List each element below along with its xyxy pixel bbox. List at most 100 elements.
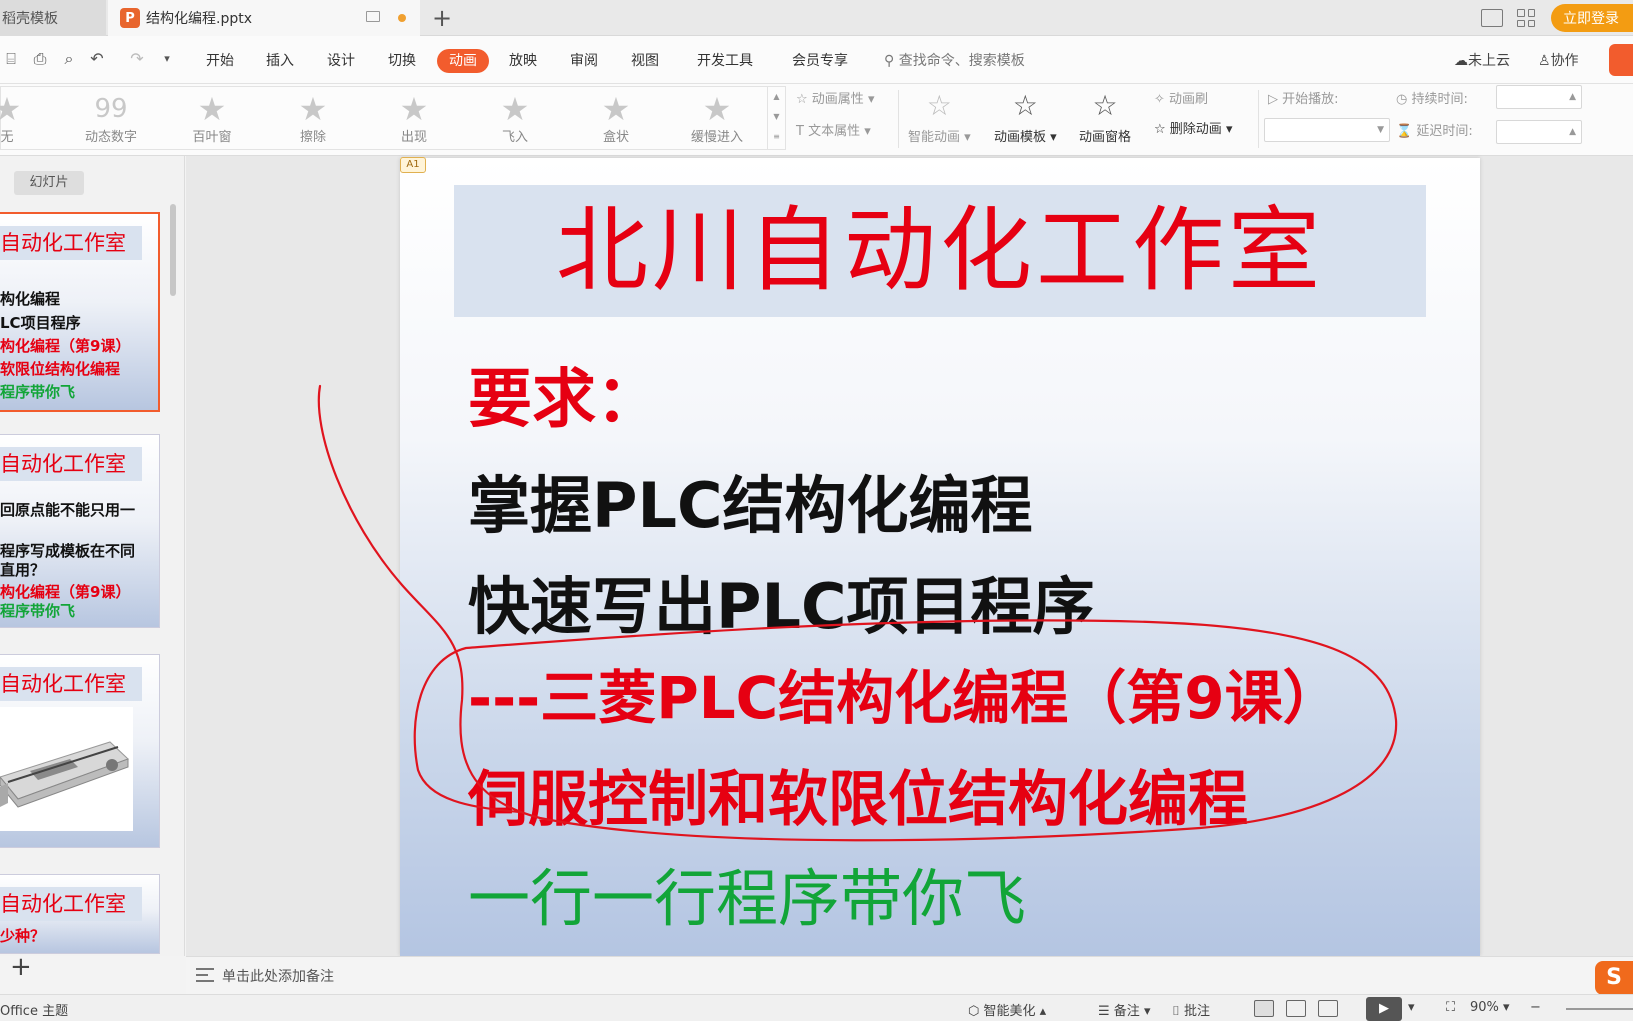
tab-template[interactable]: 稻壳模板: [0, 0, 106, 36]
redo-icon[interactable]: ↷: [128, 50, 146, 68]
separator: [898, 90, 899, 148]
thumb-line: 少种？: [0, 927, 46, 945]
slide-line-3: ---三菱PLC结构化编程（第9课）: [468, 664, 1341, 732]
play-options-arrow[interactable]: ▾: [1408, 1000, 1415, 1015]
animation-ribbon: ★ 无 99 动态数字 ★ 百叶窗 ★ 擦除 ★ 出现 ★ 飞入 ★ 盒状 ★ 缓慢进入 ▲ ▼ ≡…: [0, 84, 1633, 156]
delete-animation[interactable]: ☆ 删除动画 ▾: [1154, 120, 1232, 140]
menu-animation[interactable]: 动画: [437, 49, 489, 73]
menu-member[interactable]: 会员专享: [792, 49, 848, 73]
slide-thumbnail-3[interactable]: 自动化工作室: [0, 654, 160, 848]
zoom-out-button[interactable]: −: [1530, 1000, 1541, 1015]
save-icon[interactable]: ⌸: [2, 50, 20, 68]
beautify-icon: ⬡: [968, 1004, 984, 1019]
effect-fly-in[interactable]: ★ 飞入: [467, 87, 563, 149]
linear-module-image: [0, 707, 133, 831]
slide-line-5: 一行一行程序带你飞: [468, 862, 1027, 935]
print-preview-icon[interactable]: ⌕: [60, 50, 78, 68]
animation-brush[interactable]: ✧ 动画刷: [1154, 90, 1208, 110]
effect-slow-enter[interactable]: ★ 缓慢进入: [669, 87, 765, 149]
collaborate-button[interactable]: ♙协作: [1538, 49, 1579, 73]
zoom-slider[interactable]: [1566, 1008, 1633, 1010]
play-circle-icon: ▷: [1268, 92, 1283, 107]
effect-blinds[interactable]: ★ 百叶窗: [164, 87, 260, 149]
current-slide[interactable]: 北川自动化工作室 要求： 掌握PLC结构化编程 快速写出PLC项目程序 ---三…: [400, 158, 1480, 956]
brush-icon: ✧: [1154, 92, 1170, 107]
play-slideshow-button[interactable]: ▶: [1366, 997, 1402, 1021]
collab-label: 协作: [1550, 53, 1579, 69]
smart-animation-button[interactable]: ☆ 智能动画 ▾: [908, 86, 971, 145]
cloud-status[interactable]: ☁未上云: [1454, 49, 1510, 73]
panel-scrollbar[interactable]: [170, 204, 176, 296]
menu-bar: ⌸ ⎙ ⌕ ↶ ↷ ▾ 开始 插入 设计 切换 动画 放映 审阅 视图 开发工具…: [0, 36, 1633, 84]
star-outline-icon: ☆: [1092, 89, 1118, 122]
animation-pane-button[interactable]: ☆ 动画窗格: [1079, 86, 1131, 145]
fit-window-icon[interactable]: ⛶: [1446, 1000, 1455, 1015]
add-slide-button[interactable]: +: [10, 952, 32, 982]
animation-properties[interactable]: ☆ 动画属性 ▾: [796, 90, 874, 110]
cloud-label: 未上云: [1468, 53, 1510, 69]
login-button[interactable]: 立即登录: [1551, 4, 1633, 32]
slides-tab[interactable]: 幻灯片: [14, 171, 84, 195]
menu-view[interactable]: 视图: [631, 49, 659, 73]
zoom-level[interactable]: 90% ▾: [1470, 1000, 1510, 1015]
status-bar: Office 主题 ⬡ 智能美化 ▴ ☰ 备注 ▾ ⌷ 批注 ▶ ▾ ⛶ 90%…: [0, 994, 1633, 1021]
menu-design[interactable]: 设计: [327, 49, 355, 73]
notes-bar[interactable]: 单击此处添加备注 S: [186, 956, 1633, 995]
menu-start[interactable]: 开始: [206, 49, 234, 73]
star-icon: ★: [197, 90, 227, 128]
share-button[interactable]: [1609, 44, 1633, 76]
smart-star-icon: ☆: [926, 89, 952, 122]
slide-thumbnail-4[interactable]: 自动化工作室 少种？: [0, 874, 160, 954]
duration-label: ◷ 持续时间:: [1396, 92, 1468, 107]
star-icon: ★: [0, 90, 22, 128]
text-properties[interactable]: T 文本属性 ▾: [796, 122, 871, 142]
notes-toggle[interactable]: ☰ 备注 ▾: [1098, 1000, 1150, 1019]
effect-none[interactable]: ★ 无: [0, 87, 55, 149]
effect-dynamic-number[interactable]: 99 动态数字: [63, 87, 159, 149]
monitor-icon[interactable]: [366, 11, 380, 22]
tab-file[interactable]: P 结构化编程.pptx: [108, 0, 420, 36]
smart-beautify-button[interactable]: ⬡ 智能美化 ▴: [968, 1000, 1046, 1019]
comments-toggle[interactable]: ⌷ 批注: [1172, 1000, 1210, 1019]
thumb-line: 直用？: [0, 561, 46, 579]
sogou-ime-icon[interactable]: S: [1595, 961, 1633, 995]
command-search[interactable]: ⚲ 查找命令、搜索模板: [884, 49, 1025, 73]
animation-template-button[interactable]: ☆ 动画模板 ▾: [994, 86, 1057, 145]
menu-transition[interactable]: 切换: [388, 49, 416, 73]
menu-insert[interactable]: 插入: [266, 49, 294, 73]
more-icon[interactable]: ▾: [158, 50, 176, 68]
separator: [1258, 90, 1259, 148]
hourglass-icon: ⌛: [1396, 124, 1417, 139]
star-icon: ★: [298, 90, 328, 128]
animation-tag[interactable]: A1: [400, 157, 426, 173]
effect-appear[interactable]: ★ 出现: [366, 87, 462, 149]
cloud-icon: ☁: [1454, 53, 1468, 69]
print-icon[interactable]: ⎙: [31, 50, 49, 68]
thumb-line: LC项目程序: [0, 314, 81, 332]
effect-wipe[interactable]: ★ 擦除: [265, 87, 361, 149]
apps-grid-icon[interactable]: [1517, 9, 1535, 27]
slide-requirement: 要求：: [468, 362, 660, 437]
slide-thumbnail-1[interactable]: 自动化工作室 构化编程 LC项目程序 构化编程（第9课） 软限位结构化编程 程序…: [0, 212, 160, 412]
template-doc-icon: ☆: [1012, 89, 1038, 122]
menu-developer[interactable]: 开发工具: [697, 49, 753, 73]
effect-box[interactable]: ★ 盒状: [568, 87, 664, 149]
notes-placeholder[interactable]: 单击此处添加备注: [222, 966, 334, 986]
menu-review[interactable]: 审阅: [570, 49, 598, 73]
reading-view-icon[interactable]: [1318, 1000, 1338, 1017]
slide-title-box[interactable]: 北川自动化工作室: [454, 185, 1426, 317]
slide-title: 北川自动化工作室: [555, 197, 1324, 304]
sorter-view-icon[interactable]: [1286, 1000, 1306, 1017]
duration-input[interactable]: ▲: [1496, 85, 1582, 109]
thumb-title: 自动化工作室: [0, 226, 142, 260]
slide-thumbnail-2[interactable]: 自动化工作室 回原点能不能只用一 程序写成模板在不同 直用？ 构化编程（第9课）…: [0, 434, 160, 628]
start-play-select[interactable]: ▼: [1264, 118, 1390, 142]
slide-canvas: 北川自动化工作室 要求： 掌握PLC结构化编程 快速写出PLC项目程序 ---三…: [186, 156, 1633, 956]
menu-slideshow[interactable]: 放映: [509, 49, 537, 73]
window-layout-icon[interactable]: [1481, 9, 1503, 27]
undo-icon[interactable]: ↶: [88, 50, 106, 68]
delay-input[interactable]: ▲: [1496, 120, 1582, 144]
gallery-scroll[interactable]: ▲ ▼ ≡: [767, 87, 785, 149]
normal-view-icon[interactable]: [1254, 1000, 1274, 1017]
new-tab-button[interactable]: +: [432, 4, 452, 32]
